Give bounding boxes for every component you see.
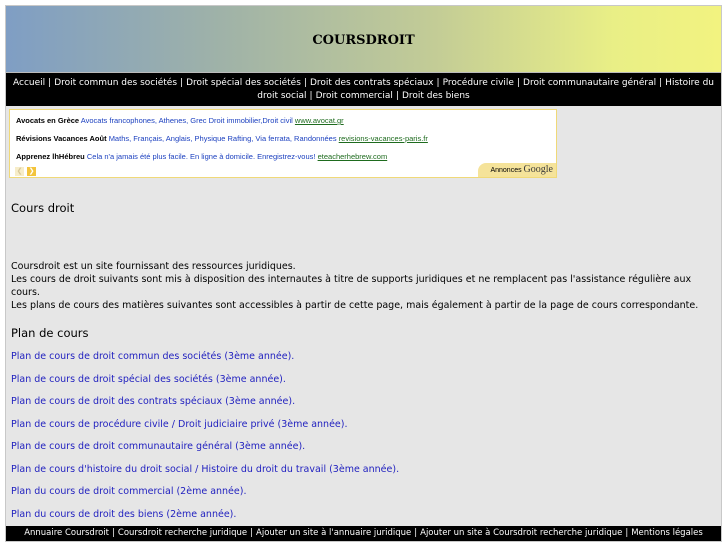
ad-text[interactable]: Maths, Français, Anglais, Physique Rafti… bbox=[109, 134, 337, 143]
ads-badge-label: Annonces bbox=[490, 167, 522, 174]
nav-item-droit-commercial[interactable]: Droit commercial bbox=[316, 91, 393, 101]
footer-nav: Annuaire Coursdroit | Coursdroit recherche… bbox=[6, 526, 721, 541]
nav-item-droit-commun-societes[interactable]: Droit commun des sociétés bbox=[54, 78, 177, 88]
footer-link-annuaire[interactable]: Annuaire Coursdroit bbox=[24, 528, 109, 538]
course-link[interactable]: Plan de cours de procédure civile / Droi… bbox=[11, 419, 348, 430]
ad-url[interactable]: revisions-vacances-paris.fr bbox=[339, 134, 428, 143]
nav-item-contrats-speciaux[interactable]: Droit des contrats spéciaux bbox=[310, 78, 434, 88]
ad-text[interactable]: Avocats francophones, Athenes, Grec Droi… bbox=[81, 116, 293, 125]
site-banner: COURSDROIT bbox=[6, 6, 721, 73]
list-item: Plan de cours de procédure civile / Droi… bbox=[11, 419, 399, 442]
footer-link-recherche[interactable]: Coursdroit recherche juridique bbox=[118, 528, 247, 538]
page-frame: COURSDROIT Accueil | Droit commun des soci… bbox=[5, 5, 722, 542]
nav-item-droit-special-societes[interactable]: Droit spécial des sociétés bbox=[186, 78, 301, 88]
footer-link-mentions[interactable]: Mentions légales bbox=[631, 528, 703, 538]
nav-item-procedure-civile[interactable]: Procédure civile bbox=[443, 78, 514, 88]
list-item: Plan de cours de droit des contrats spéc… bbox=[11, 396, 399, 419]
footer-link-ajouter-annuaire[interactable]: Ajouter un site à l'annuaire juridique bbox=[256, 528, 411, 538]
intro-paragraph: Coursdroit est un site fournissant des r… bbox=[11, 261, 296, 272]
nav-item-droit-communautaire[interactable]: Droit communautaire général bbox=[523, 78, 656, 88]
list-item: Plan de cours de droit communautaire gén… bbox=[11, 441, 399, 464]
intro-paragraph: Les plans de cours des matières suivante… bbox=[11, 300, 699, 311]
page-title: Cours droit bbox=[11, 201, 75, 215]
intro-paragraph: Les cours de droit suivants sont mis à d… bbox=[11, 274, 692, 298]
site-title: COURSDROIT bbox=[312, 33, 415, 48]
course-list: Plan de cours de droit commun des sociét… bbox=[11, 351, 399, 531]
ad-url[interactable]: www.avocat.gr bbox=[295, 116, 344, 125]
main-content: Cours droit Coursdroit est un site fourn… bbox=[11, 201, 716, 520]
ad-title[interactable]: Apprenez lhHébreu bbox=[16, 152, 85, 161]
ad-item[interactable]: Avocats en Grèce Avocats francophones, A… bbox=[16, 116, 344, 125]
list-item: Plan de cours de droit commun des sociét… bbox=[11, 351, 399, 374]
nav-item-droit-des-biens[interactable]: Droit des biens bbox=[402, 91, 470, 101]
ad-title[interactable]: Révisions Vacances Août bbox=[16, 134, 107, 143]
chevron-right-icon[interactable]: ❯ bbox=[27, 167, 36, 176]
list-item: Plan de cours d'histoire du droit social… bbox=[11, 464, 399, 487]
course-link[interactable]: Plan de cours de droit des contrats spéc… bbox=[11, 396, 295, 407]
google-ads-badge[interactable]: Annonces Google bbox=[478, 163, 556, 177]
footer-link-ajouter-recherche[interactable]: Ajouter un site à Coursdroit recherche j… bbox=[420, 528, 622, 538]
ad-item[interactable]: Apprenez lhHébreu Cela n'a jamais été pl… bbox=[16, 152, 387, 161]
intro-text: Coursdroit est un site fournissant des r… bbox=[11, 260, 716, 312]
google-logo: Google bbox=[523, 164, 553, 175]
course-link[interactable]: Plan de cours d'histoire du droit social… bbox=[11, 464, 399, 475]
plan-heading: Plan de cours bbox=[11, 326, 89, 340]
course-link[interactable]: Plan de cours de droit commun des sociét… bbox=[11, 351, 294, 362]
nav-item-accueil[interactable]: Accueil bbox=[13, 78, 45, 88]
ad-title[interactable]: Avocats en Grèce bbox=[16, 116, 79, 125]
ad-url[interactable]: eteacherhebrew.com bbox=[318, 152, 388, 161]
course-link[interactable]: Plan du cours de droit commercial (2ème … bbox=[11, 486, 246, 497]
ad-text[interactable]: Cela n'a jamais été plus facile. En lign… bbox=[87, 152, 316, 161]
google-ads-box: Avocats en Grèce Avocats francophones, A… bbox=[9, 109, 557, 178]
main-nav: Accueil | Droit commun des sociétés | Droit … bbox=[6, 73, 721, 106]
course-link[interactable]: Plan du cours de droit des biens (2ème a… bbox=[11, 509, 236, 520]
chevron-left-icon[interactable]: ❮ bbox=[15, 167, 24, 176]
ad-item[interactable]: Révisions Vacances Août Maths, Français,… bbox=[16, 134, 428, 143]
list-item: Plan de cours de droit spécial des socié… bbox=[11, 374, 399, 397]
course-link[interactable]: Plan de cours de droit spécial des socié… bbox=[11, 374, 286, 385]
list-item: Plan du cours de droit commercial (2ème … bbox=[11, 486, 399, 509]
course-link[interactable]: Plan de cours de droit communautaire gén… bbox=[11, 441, 305, 452]
